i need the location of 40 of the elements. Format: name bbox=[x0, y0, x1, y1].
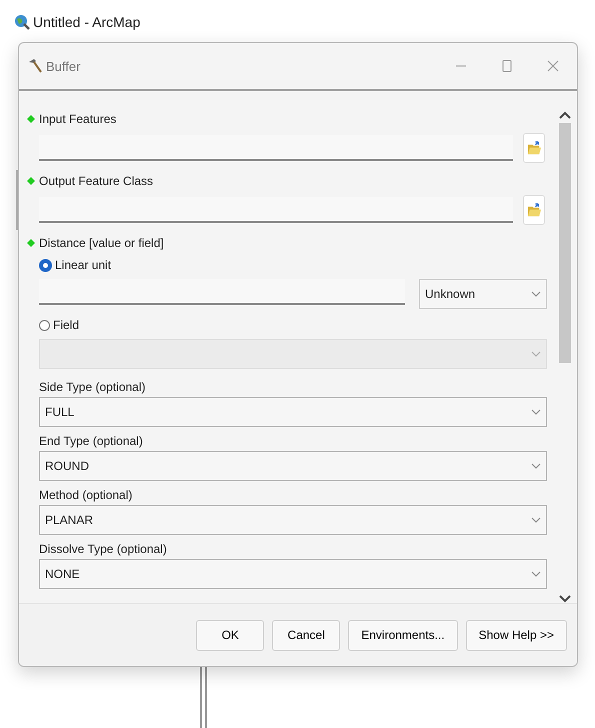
browse-button[interactable] bbox=[523, 133, 545, 163]
parameter-label: Dissolve Type (optional) bbox=[39, 542, 167, 556]
input-field[interactable] bbox=[39, 197, 513, 223]
folder-icon bbox=[526, 202, 542, 218]
close-icon[interactable] bbox=[547, 60, 559, 72]
dropdown[interactable]: ROUND bbox=[39, 451, 547, 481]
unit-dropdown[interactable]: Unknown bbox=[419, 279, 547, 309]
dropdown[interactable]: PLANAR bbox=[39, 505, 547, 535]
maximize-icon[interactable] bbox=[501, 60, 513, 72]
radio-button[interactable]: Field bbox=[39, 317, 80, 333]
input-field[interactable] bbox=[39, 279, 405, 305]
parameter-label: Input Features bbox=[39, 112, 116, 126]
field-dropdown[interactable] bbox=[39, 339, 547, 369]
parameter-label: Side Type (optional) bbox=[39, 380, 146, 394]
radio-button[interactable]: Linear unit bbox=[39, 257, 112, 273]
dialog-button[interactable]: OK bbox=[196, 620, 264, 650]
dropdown[interactable]: FULL bbox=[39, 397, 547, 427]
chevron-down-icon bbox=[531, 463, 541, 469]
hammer-icon bbox=[27, 58, 43, 74]
dialog-button[interactable]: Environments... bbox=[348, 620, 458, 650]
scroll-up-icon[interactable] bbox=[559, 111, 571, 119]
parameter-label: Method (optional) bbox=[39, 488, 132, 502]
parameter-label: Distance [value or field] bbox=[39, 236, 164, 250]
scroll-down-icon[interactable] bbox=[559, 595, 571, 603]
dialog-title: Buffer bbox=[46, 58, 80, 74]
dialog-button[interactable]: Cancel bbox=[272, 620, 340, 650]
dialog-button[interactable]: Show Help >> bbox=[466, 620, 567, 650]
chevron-down-icon bbox=[531, 409, 541, 415]
browse-button[interactable] bbox=[523, 195, 545, 225]
input-field[interactable] bbox=[39, 135, 513, 161]
chevron-down-icon bbox=[531, 517, 541, 523]
parameter-label: Output Feature Class bbox=[39, 174, 154, 188]
chevron-down-icon bbox=[531, 291, 541, 297]
folder-icon bbox=[526, 140, 542, 156]
globe-icon bbox=[14, 14, 30, 30]
app-title: Untitled - ArcMap bbox=[33, 14, 140, 30]
chevron-down-icon bbox=[531, 571, 541, 577]
chevron-down-icon bbox=[531, 351, 541, 357]
dropdown[interactable]: NONE bbox=[39, 559, 547, 589]
parameter-label: End Type (optional) bbox=[39, 434, 143, 448]
